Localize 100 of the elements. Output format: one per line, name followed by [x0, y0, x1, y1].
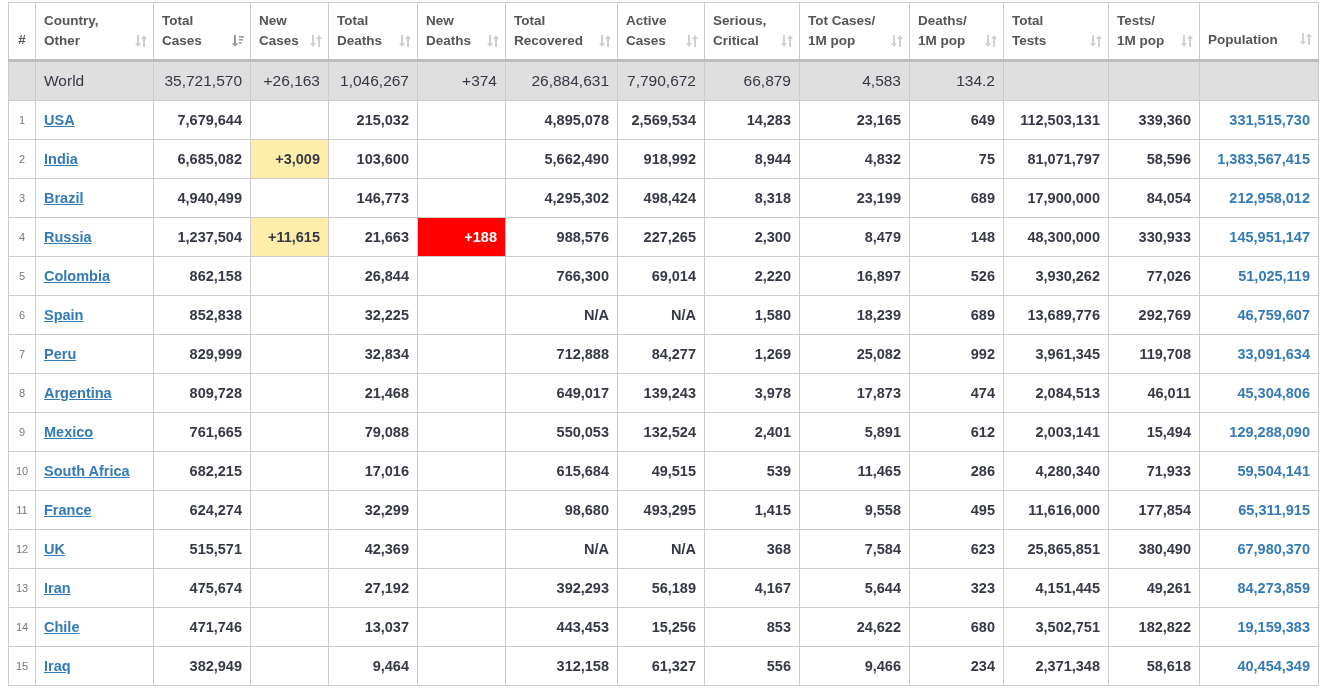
table-cell: 32,834	[328, 334, 418, 374]
sort-icon[interactable]	[399, 34, 411, 48]
sort-descending-icon[interactable]	[232, 34, 244, 48]
table-cell: 474	[909, 373, 1004, 413]
table-cell: 65,311,915	[1199, 490, 1319, 530]
table-cell: 58,618	[1108, 646, 1200, 686]
table-cell: 4,940,499	[153, 178, 251, 218]
table-cell: 392,293	[505, 568, 618, 608]
table-cell: 5,662,490	[505, 139, 618, 179]
table-cell: 215,032	[328, 100, 418, 140]
table-cell: 3,978	[704, 373, 800, 413]
table-cell: 40,454,349	[1199, 646, 1319, 686]
table-cell: 25,865,851	[1003, 529, 1109, 569]
table-cell: 2,300	[704, 217, 800, 257]
table-cell: 79,088	[328, 412, 418, 452]
table-cell: 1,383,567,415	[1199, 139, 1319, 179]
table-cell: 339,360	[1108, 100, 1200, 140]
country-link[interactable]: Brazil	[44, 190, 84, 206]
table-cell: 5,644	[799, 568, 910, 608]
table-cell: 134.2	[909, 60, 1004, 101]
table-cell: 25,082	[799, 334, 910, 374]
table-cell: 17,016	[328, 451, 418, 491]
sort-icon[interactable]	[135, 34, 147, 48]
table-cell: 689	[909, 178, 1004, 218]
table-cell: 918,992	[617, 139, 705, 179]
table-cell: 49,515	[617, 451, 705, 491]
sort-icon[interactable]	[599, 34, 611, 48]
table-cell: 862,158	[153, 256, 251, 296]
country-link[interactable]: Iran	[44, 580, 71, 596]
table-cell: 380,490	[1108, 529, 1200, 569]
row-number: 13	[8, 568, 36, 608]
table-cell: 2,220	[704, 256, 800, 296]
sort-icon[interactable]	[781, 34, 793, 48]
table-cell: 19,159,383	[1199, 607, 1319, 647]
table-cell: 526	[909, 256, 1004, 296]
table-cell: 4,167	[704, 568, 800, 608]
table-cell: 498,424	[617, 178, 705, 218]
sort-icon[interactable]	[1181, 34, 1193, 48]
sort-icon[interactable]	[891, 34, 903, 48]
country-link[interactable]: Russia	[44, 229, 92, 245]
country-link[interactable]: USA	[44, 112, 75, 128]
row-number: 11	[8, 490, 36, 530]
country-link[interactable]: Spain	[44, 307, 84, 323]
table-cell: 58,596	[1108, 139, 1200, 179]
table-cell: 139,243	[617, 373, 705, 413]
country-link[interactable]: Mexico	[44, 424, 94, 440]
sort-icon[interactable]	[686, 34, 698, 48]
table-cell: 515,571	[153, 529, 251, 569]
table-cell: 4,295,302	[505, 178, 618, 218]
sort-icon[interactable]	[310, 34, 322, 48]
table-cell: 33,091,634	[1199, 334, 1319, 374]
country-link[interactable]: Peru	[44, 346, 77, 362]
table-cell: 8,479	[799, 217, 910, 257]
table-cell: 13,037	[328, 607, 418, 647]
table-cell: 16,897	[799, 256, 910, 296]
table-cell: 84,054	[1108, 178, 1200, 218]
table-cell: 689	[909, 295, 1004, 335]
table-cell: 77,026	[1108, 256, 1200, 296]
table-cell: 556	[704, 646, 800, 686]
table-cell: 712,888	[505, 334, 618, 374]
table-cell: 312,158	[505, 646, 618, 686]
table-cell: +188	[417, 217, 506, 257]
table-cell: 23,165	[799, 100, 910, 140]
table-cell: 1,415	[704, 490, 800, 530]
table-cell: 2,371,348	[1003, 646, 1109, 686]
table-cell: 71,933	[1108, 451, 1200, 491]
sort-icon[interactable]	[1090, 34, 1102, 48]
table-cell: 475,674	[153, 568, 251, 608]
row-number: 14	[8, 607, 36, 647]
table-cell: 51,025,119	[1199, 256, 1319, 296]
table-cell: 129,288,090	[1199, 412, 1319, 452]
row-number: 6	[8, 295, 36, 335]
table-cell: 539	[704, 451, 800, 491]
table-cell: 2,401	[704, 412, 800, 452]
table-cell: 26,884,631	[505, 60, 618, 101]
table-cell: 323	[909, 568, 1004, 608]
row-number: 3	[8, 178, 36, 218]
sort-icon[interactable]	[487, 34, 499, 48]
table-cell: 8,318	[704, 178, 800, 218]
table-cell: 112,503,131	[1003, 100, 1109, 140]
table-cell: +374	[417, 60, 506, 101]
sort-icon[interactable]	[1300, 31, 1312, 46]
country-link[interactable]: Chile	[44, 619, 80, 635]
table-cell: 61,327	[617, 646, 705, 686]
table-cell: 292,769	[1108, 295, 1200, 335]
country-link[interactable]: UK	[44, 541, 65, 557]
table-cell: 988,576	[505, 217, 618, 257]
row-number: 4	[8, 217, 36, 257]
row-number: 8	[8, 373, 36, 413]
country-link[interactable]: India	[44, 151, 78, 167]
table-cell: 9,558	[799, 490, 910, 530]
table-cell: 3,961,345	[1003, 334, 1109, 374]
table-cell: 103,600	[328, 139, 418, 179]
table-cell: 182,822	[1108, 607, 1200, 647]
table-cell: 368	[704, 529, 800, 569]
table-cell: 8,944	[704, 139, 800, 179]
table-cell: 24,622	[799, 607, 910, 647]
country-link[interactable]: France	[44, 502, 92, 518]
sort-icon[interactable]	[985, 34, 997, 48]
country-link[interactable]: Iraq	[44, 658, 71, 674]
